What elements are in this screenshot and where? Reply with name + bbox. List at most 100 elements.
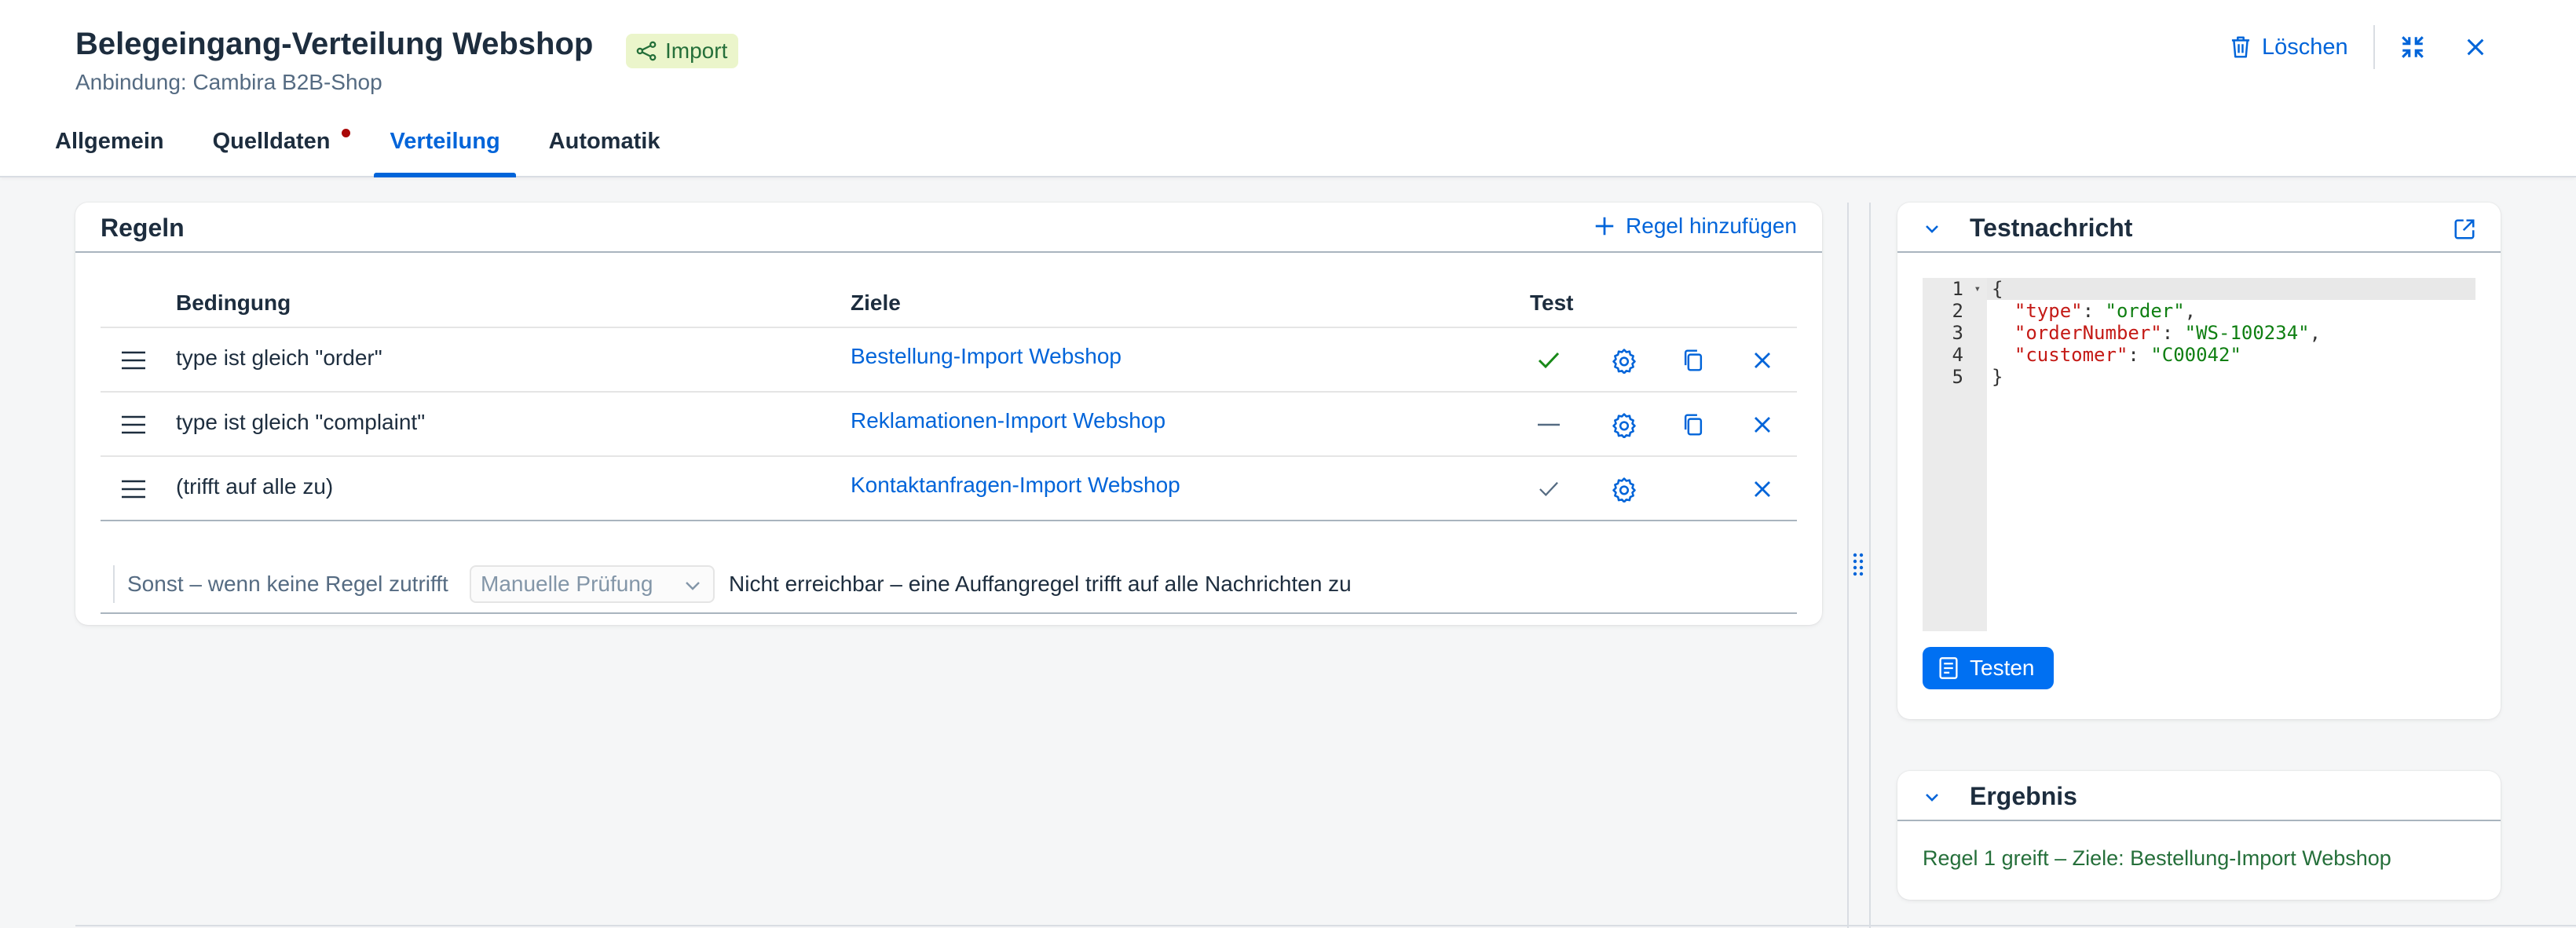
fallback-label: Sonst – wenn keine Regel zutrifft <box>127 572 448 596</box>
delete-rule-button[interactable] <box>1747 473 1778 505</box>
page-title: Belegeingang-Verteilung Webshop <box>75 27 594 61</box>
copy-icon <box>1684 349 1703 371</box>
trash-icon <box>2231 36 2250 58</box>
checkmark-icon <box>1538 352 1560 369</box>
badge-label: Import <box>665 38 728 63</box>
result-card: Ergebnis Regel 1 greift – Ziele: Bestell… <box>1897 771 2501 900</box>
fold-toggle-icon[interactable]: ▾ <box>1974 278 1981 300</box>
fallback-target-select[interactable]: Manuelle Prüfung <box>470 565 715 603</box>
table-row: type ist gleich "order" Bestellung-Impor… <box>101 328 1797 393</box>
tab-label: Allgemein <box>55 129 164 154</box>
rule-target-link[interactable]: Bestellung-Import Webshop <box>851 344 1122 369</box>
delete-button[interactable]: Löschen <box>2229 28 2348 66</box>
import-badge: Import <box>626 34 739 68</box>
rule-target-link[interactable]: Reklamationen-Import Webshop <box>851 408 1165 433</box>
chevron-down-icon <box>686 582 700 590</box>
code-line: "orderNumber": "WS-100234", <box>2014 322 2322 344</box>
delete-rule-button[interactable] <box>1747 409 1778 440</box>
result-title: Ergebnis <box>1970 782 2077 810</box>
rule-settings-button[interactable] <box>1608 345 1640 376</box>
column-header-targets: Ziele <box>851 290 901 315</box>
close-icon <box>1755 481 1770 497</box>
drag-handle[interactable] <box>118 345 149 376</box>
tab-label: Automatik <box>548 129 660 154</box>
splitter-handle[interactable] <box>1850 551 1866 579</box>
duplicate-rule-button[interactable] <box>1678 345 1709 376</box>
rule-settings-button[interactable] <box>1608 473 1640 505</box>
tab-label: Verteilung <box>390 129 500 154</box>
close-icon <box>1755 417 1770 433</box>
run-test-label: Testen <box>1970 656 2035 680</box>
share-icon <box>636 41 657 61</box>
drag-handle[interactable] <box>118 409 149 440</box>
delete-rule-button[interactable] <box>1747 345 1778 376</box>
fallback-row: Sonst – wenn keine Regel zutrifft Manuel… <box>101 554 1797 614</box>
gear-icon <box>1612 413 1636 438</box>
close-icon <box>1755 353 1770 368</box>
code-line: { <box>1992 278 2003 300</box>
bottom-divider <box>75 925 2576 926</box>
rules-table: Bedingung Ziele Test type ist gleich "or… <box>101 279 1797 521</box>
rule-condition: (trifft auf alle zu) <box>176 474 334 499</box>
object-page-header: Belegeingang-Verteilung Webshop Import A… <box>0 0 2576 177</box>
rules-card: Regeln Regel hinzufügen Bedingung Ziele … <box>75 203 1822 625</box>
test-no-match-indicator <box>1533 409 1564 440</box>
json-code-editor[interactable]: 1 ▾ 2 3 4 5 { "type": "order", "orderNum… <box>1923 278 2475 631</box>
code-line: } <box>1992 366 2003 388</box>
rules-title: Regeln <box>101 214 185 242</box>
rule-condition: type ist gleich "complaint" <box>176 410 426 434</box>
collapse-result-button[interactable] <box>1919 785 1945 810</box>
fallback-info-text: Nicht erreichbar – eine Auffangregel tri… <box>729 572 1352 596</box>
rule-target-link[interactable]: Kontaktanfragen-Import Webshop <box>851 473 1180 498</box>
close-button[interactable] <box>2457 28 2494 66</box>
open-in-new-window-button[interactable] <box>2450 215 2479 243</box>
result-text: Regel 1 greift – Ziele: Bestellung-Impor… <box>1923 846 2391 870</box>
tab-verteilung[interactable]: Verteilung <box>374 118 516 177</box>
table-row: type ist gleich "complaint" Reklamatione… <box>101 393 1797 457</box>
gear-icon <box>1612 477 1636 502</box>
add-rule-button[interactable]: Regel hinzufügen <box>1593 214 1797 239</box>
duplicate-rule-button[interactable] <box>1678 409 1709 440</box>
delete-label: Löschen <box>2262 34 2348 60</box>
line-number: 4 <box>1952 344 1963 366</box>
tab-automatik[interactable]: Automatik <box>533 118 676 177</box>
code-line: "type": "order", <box>2014 300 2197 322</box>
card-header-divider <box>1897 251 2501 253</box>
column-header-condition: Bedingung <box>176 290 291 315</box>
exit-full-screen-button[interactable] <box>2394 28 2431 66</box>
splitter-line-left <box>1847 203 1849 928</box>
header-separator <box>2373 25 2375 69</box>
column-header-test: Test <box>1530 290 1574 315</box>
code-line: "customer": "C00042" <box>2014 344 2241 366</box>
tab-allgemein[interactable]: Allgemein <box>39 118 180 177</box>
test-message-title: Testnachricht <box>1970 214 2133 242</box>
test-match-indicator <box>1533 345 1564 376</box>
exit-full-screen-icon <box>2402 36 2424 58</box>
error-indicator-dot <box>342 129 351 137</box>
rule-condition: type ist gleich "order" <box>176 345 382 370</box>
copy-icon <box>1684 414 1703 436</box>
fallback-divider <box>113 565 115 603</box>
gear-icon <box>1612 349 1636 374</box>
drag-handle-icon <box>122 415 145 434</box>
test-match-indicator <box>1533 473 1564 505</box>
select-value: Manuelle Prüfung <box>481 572 653 596</box>
tab-label: Quelldaten <box>212 129 331 154</box>
dash-icon <box>1538 423 1560 426</box>
run-test-button[interactable]: Testen <box>1923 647 2054 689</box>
tab-quelldaten[interactable]: Quelldaten <box>197 118 357 177</box>
splitter-line-right <box>1869 203 1871 928</box>
close-icon <box>2467 38 2484 56</box>
collapse-test-message-button[interactable] <box>1919 217 1945 242</box>
test-document-icon <box>1939 657 1958 679</box>
drag-handle-icon <box>122 351 145 370</box>
line-number: 5 <box>1952 366 1963 388</box>
table-row: (trifft auf alle zu) Kontaktanfragen-Imp… <box>101 457 1797 521</box>
table-header-row: Bedingung Ziele Test <box>101 279 1797 328</box>
add-rule-label: Regel hinzufügen <box>1626 214 1797 238</box>
rule-settings-button[interactable] <box>1608 409 1640 440</box>
drag-handle[interactable] <box>118 473 149 505</box>
line-number: 1 <box>1952 278 1963 300</box>
active-line-highlight <box>1987 278 2475 300</box>
card-header-divider <box>1897 820 2501 821</box>
